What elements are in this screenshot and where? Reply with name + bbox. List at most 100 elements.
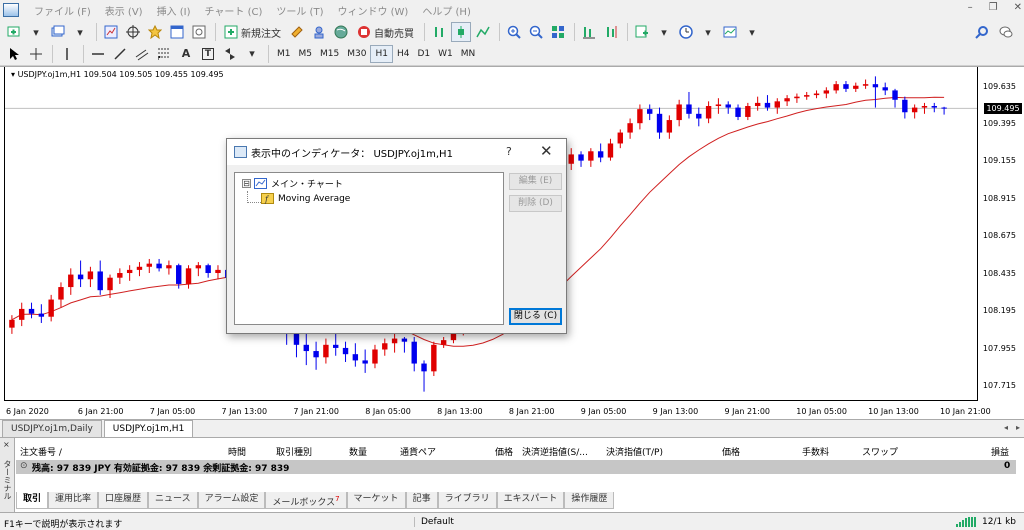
- dropdown-arrow-icon[interactable]: ▾: [70, 22, 90, 42]
- terminal-icon[interactable]: [167, 22, 187, 42]
- column-volume[interactable]: 数量: [349, 445, 367, 458]
- menu-view[interactable]: 表示 (V): [98, 3, 150, 18]
- profiles-icon[interactable]: [48, 22, 68, 42]
- tree-node-main-chart[interactable]: ⊟ メイン・チャート: [242, 177, 343, 190]
- menu-chart[interactable]: チャート (C): [198, 3, 270, 18]
- menu-insert[interactable]: 挿入 (I): [150, 3, 198, 18]
- vertical-line-icon[interactable]: [57, 44, 77, 64]
- tester-icon[interactable]: [189, 22, 209, 42]
- auto-trading-button[interactable]: 自動売買: [353, 22, 418, 42]
- bar-chart-icon[interactable]: [429, 22, 449, 42]
- dialog-titlebar[interactable]: 表示中のインディケータ： USDJPY.oj1m,H1 ? ✕: [227, 139, 566, 165]
- terminal-close-icon[interactable]: ×: [3, 440, 10, 449]
- tab-articles[interactable]: 記事: [405, 492, 438, 509]
- signals-icon[interactable]: [309, 22, 329, 42]
- chart-shift-icon[interactable]: [579, 22, 599, 42]
- column-order-number[interactable]: 注文番号 /: [20, 445, 62, 458]
- horizontal-line-icon[interactable]: [88, 44, 108, 64]
- tab-mailbox[interactable]: メールボックス7: [265, 492, 347, 509]
- trendline-icon[interactable]: [110, 44, 130, 64]
- column-swap[interactable]: スワップ: [862, 445, 898, 458]
- arrows-icon[interactable]: [220, 44, 240, 64]
- restore-icon[interactable]: ❐: [989, 2, 998, 13]
- text-label-tool-button[interactable]: T: [198, 44, 218, 64]
- timeframe-d1[interactable]: D1: [413, 45, 434, 63]
- dropdown-arrow-icon[interactable]: ▾: [742, 22, 762, 42]
- delete-button[interactable]: 削除 (D): [509, 195, 562, 212]
- indicator-tree[interactable]: ⊟ メイン・チャート f Moving Average: [234, 172, 504, 325]
- tab-account-history[interactable]: 口座履歴: [98, 492, 149, 509]
- tab-exposure[interactable]: 運用比率: [48, 492, 99, 509]
- data-window-icon[interactable]: [123, 22, 143, 42]
- menu-tools[interactable]: ツール (T): [269, 3, 330, 18]
- channel-icon[interactable]: [132, 44, 152, 64]
- timeframe-w1[interactable]: W1: [434, 45, 457, 63]
- tab-news[interactable]: ニュース: [148, 492, 198, 509]
- column-commission[interactable]: 手数料: [802, 445, 829, 458]
- dropdown-arrow-icon[interactable]: ▾: [654, 22, 674, 42]
- timeframe-m1[interactable]: M1: [273, 45, 295, 63]
- cursor-icon[interactable]: [4, 44, 24, 64]
- timeframe-m30[interactable]: M30: [343, 45, 370, 63]
- minimize-icon[interactable]: –: [968, 2, 973, 13]
- globe-icon[interactable]: [331, 22, 351, 42]
- menu-help[interactable]: ヘルプ (H): [415, 3, 478, 18]
- timeframe-h1[interactable]: H1: [370, 44, 393, 63]
- column-take-profit[interactable]: 決済指値(T/P): [606, 445, 663, 458]
- column-symbol[interactable]: 通貨ペア: [400, 445, 436, 458]
- tab-market[interactable]: マーケット: [346, 492, 406, 509]
- column-stop-loss[interactable]: 決済逆指値(S/...: [522, 445, 588, 458]
- dropdown-arrow-icon[interactable]: ▾: [242, 44, 262, 64]
- new-order-button[interactable]: 新規注文: [220, 22, 285, 42]
- line-chart-icon[interactable]: [473, 22, 493, 42]
- menu-window[interactable]: ウィンドウ (W): [330, 3, 415, 18]
- tab-journal[interactable]: 操作履歴: [564, 492, 615, 509]
- close-icon[interactable]: ✕: [540, 142, 553, 160]
- fibonacci-icon[interactable]: F: [154, 44, 174, 64]
- auto-scroll-icon[interactable]: [601, 22, 621, 42]
- dropdown-arrow-icon[interactable]: ▾: [26, 22, 46, 42]
- chart-tab-h1[interactable]: USDJPY.oj1m,H1: [103, 420, 194, 437]
- chart-tab-daily[interactable]: USDJPY.oj1m,Daily: [2, 420, 102, 437]
- close-button[interactable]: 閉じる (C): [509, 308, 562, 325]
- connection-status[interactable]: 12/1 kb: [956, 517, 1016, 527]
- column-time[interactable]: 時間: [228, 445, 246, 458]
- text-tool-button[interactable]: A: [176, 44, 196, 64]
- new-chart-icon[interactable]: [4, 22, 24, 42]
- tile-windows-icon[interactable]: [548, 22, 568, 42]
- tab-trade[interactable]: 取引: [16, 492, 49, 509]
- menu-file[interactable]: ファイル (F): [27, 3, 98, 18]
- column-type[interactable]: 取引種別: [276, 445, 312, 458]
- tab-experts[interactable]: エキスパート: [496, 492, 565, 509]
- tab-scroll-right-icon[interactable]: ▸: [1016, 423, 1020, 432]
- crosshair-icon[interactable]: [26, 44, 46, 64]
- zoom-out-icon[interactable]: [526, 22, 546, 42]
- dropdown-arrow-icon[interactable]: ▾: [698, 22, 718, 42]
- column-current-price[interactable]: 価格: [722, 445, 740, 458]
- timeframe-h4[interactable]: H4: [393, 45, 414, 63]
- navigator-icon[interactable]: [145, 22, 165, 42]
- tab-library[interactable]: ライブラリ: [437, 492, 497, 509]
- tree-collapse-icon[interactable]: ⊟: [242, 179, 251, 188]
- close-window-icon[interactable]: ✕: [1014, 2, 1022, 13]
- timeframe-m15[interactable]: M15: [316, 45, 343, 63]
- timeframe-m5[interactable]: M5: [295, 45, 317, 63]
- tree-node-moving-average[interactable]: f Moving Average: [261, 193, 350, 204]
- candlestick-icon[interactable]: [451, 22, 471, 42]
- periods-clock-icon[interactable]: [676, 22, 696, 42]
- edit-button[interactable]: 編集 (E): [509, 173, 562, 190]
- chat-icon[interactable]: [996, 22, 1016, 42]
- market-watch-icon[interactable]: [101, 22, 121, 42]
- column-profit[interactable]: 損益: [991, 445, 1009, 458]
- zoom-in-icon[interactable]: [504, 22, 524, 42]
- timeframe-mn[interactable]: MN: [457, 45, 480, 63]
- help-icon[interactable]: ?: [506, 145, 512, 158]
- indicators-icon[interactable]: [632, 22, 652, 42]
- meta-editor-icon[interactable]: [287, 22, 307, 42]
- search-icon[interactable]: [972, 22, 992, 42]
- column-price[interactable]: 価格: [495, 445, 513, 458]
- templates-icon[interactable]: [720, 22, 740, 42]
- tab-alerts[interactable]: アラーム設定: [197, 492, 266, 509]
- status-profile[interactable]: Default: [414, 517, 454, 527]
- balance-row[interactable]: ⊙ 残高: 97 839 JPY 有効証拠金: 97 839 余剰証拠金: 97…: [16, 460, 1016, 474]
